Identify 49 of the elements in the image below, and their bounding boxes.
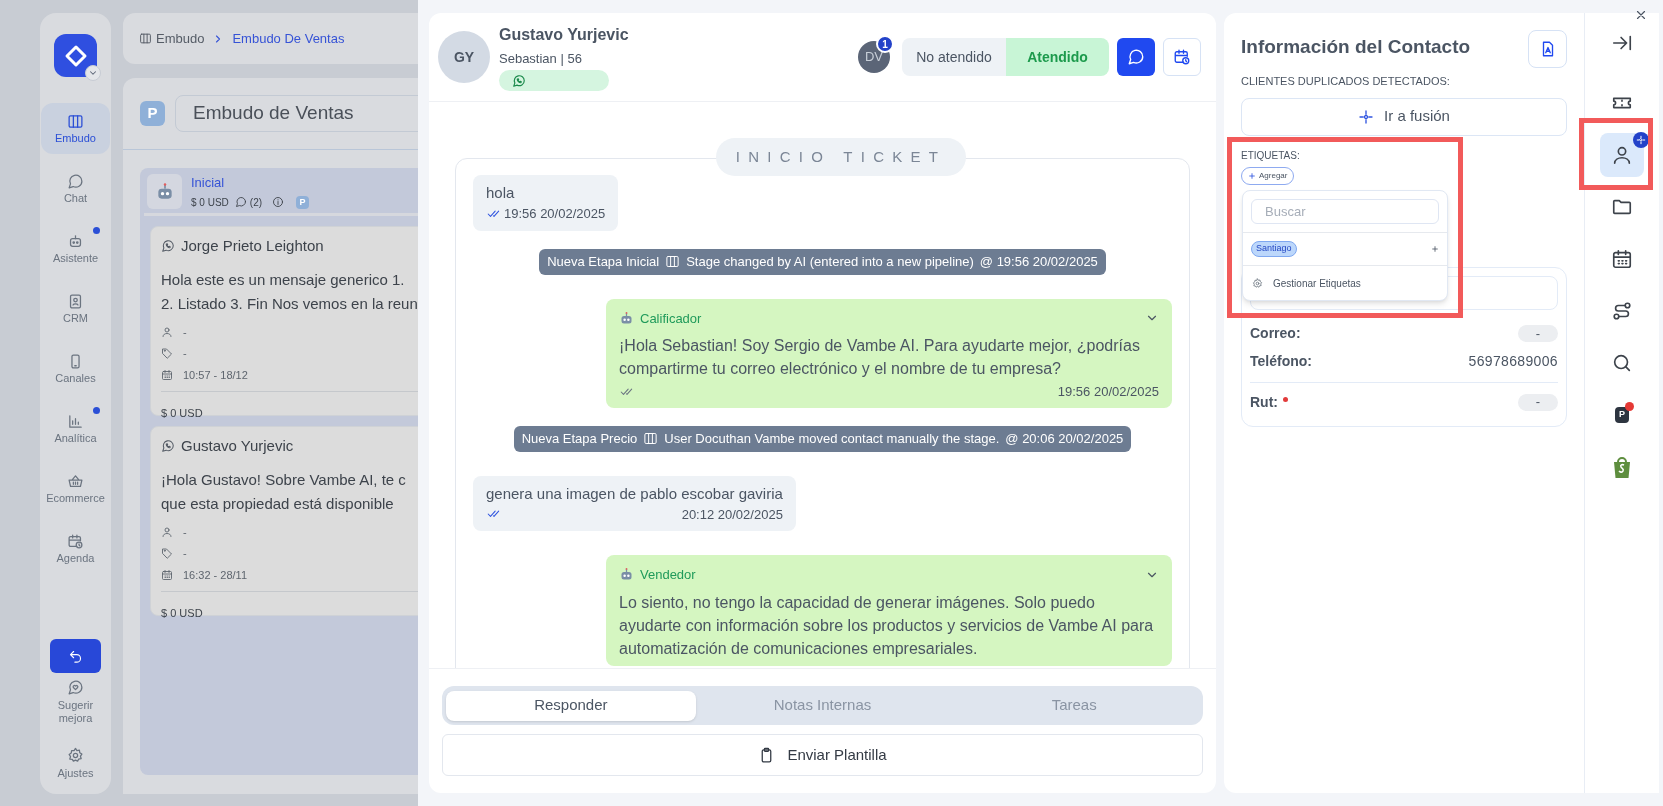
amount-text: $ 0 USD <box>161 607 203 619</box>
contact-name: Jorge Prieto Leighton <box>181 236 324 256</box>
message-preview: Hola este es un mensaje generico 1. <box>161 269 405 290</box>
message-preview: ¡Hola Gustavo! Sobre Vambe AI, te c <box>161 469 406 490</box>
date-text: 10:57 - 18/12 <box>183 367 248 383</box>
app-badge: P <box>1615 407 1629 423</box>
message-time: 19:56 20/02/2025 <box>1057 383 1159 401</box>
message-preview: 2. Listado 3. Fin Nos vemos en la reun <box>161 293 418 314</box>
message-time: 19:56 20/02/2025 <box>504 205 606 223</box>
tags-value: - <box>183 546 187 561</box>
message-text: hola <box>486 183 516 203</box>
assignee-value: - <box>183 324 187 340</box>
stage-name: Nueva Etapa Inicial <box>547 252 660 271</box>
amount-text: $ 0 USD <box>161 407 203 419</box>
stage-name: Nueva Etapa Precio <box>521 429 638 448</box>
pipeline-badge: P <box>296 195 310 209</box>
sender-name: Vendedor <box>640 566 696 584</box>
section-label: CLIENTES DUPLICADOS DETECTADOS: <box>1241 74 1451 89</box>
field-label: Teléfono: <box>1250 352 1312 371</box>
message-text: ¡Hola Sebastian! Soy Sergio de Vambe AI. Para ayudarte mejor, ¿podrías compartirme tu correo electrónico y el nombre de tu empresa? <box>619 336 1141 379</box>
event-time: @ 20:06 20/02/2025 <box>1005 429 1124 448</box>
sender-name: Calificador <box>640 309 702 328</box>
tags-value: - <box>183 346 187 361</box>
date-text: 16:32 - 28/11 <box>183 567 247 583</box>
contact-avatar: GY <box>438 31 490 83</box>
pipeline-badge: P <box>140 101 165 126</box>
message-text: Lo siento, no tengo la capacidad de generar imágenes. Solo puedo ayudarte con información sobre los productos y servicios de Vambe AI para automatización de comunicaciones empresariales. <box>619 592 1155 659</box>
message-text: genera una imagen de pablo escobar gaviria <box>486 483 783 504</box>
column-title: Inicial <box>191 174 226 193</box>
contact-subtitle: Sebastian | 56 <box>499 49 583 68</box>
count-badge: 1 <box>876 35 894 53</box>
ticket-start-label: INICIO TICKET <box>716 138 966 176</box>
contact-name: Gustavo Yurjevic <box>499 24 629 45</box>
amount-text: $ 0 USD <box>191 195 229 210</box>
event-time: @ 19:56 20/02/2025 <box>979 252 1098 271</box>
assignee-value: - <box>183 524 187 540</box>
comment-count: (2) <box>249 195 263 210</box>
field-label: Rut: <box>1250 392 1278 412</box>
field-label: Correo: <box>1250 324 1301 343</box>
message-time: 20:12 20/02/2025 <box>681 505 783 524</box>
message-preview: que esta propiedad está disponible <box>161 493 394 514</box>
field-value: - <box>1518 325 1558 342</box>
event-text: User Docuthan Vambe moved contact manually the stage. <box>664 429 1000 448</box>
field-value: 56978689006 <box>1468 352 1558 371</box>
event-text: Stage changed by AI (entered into a new pipeline) <box>686 252 974 271</box>
section-label: ETIQUETAS: <box>1241 148 1301 163</box>
contact-name: Gustavo Yurjevic <box>181 436 294 456</box>
panel-title: Información del Contacto <box>1241 35 1471 59</box>
field-value: - <box>1518 393 1558 411</box>
